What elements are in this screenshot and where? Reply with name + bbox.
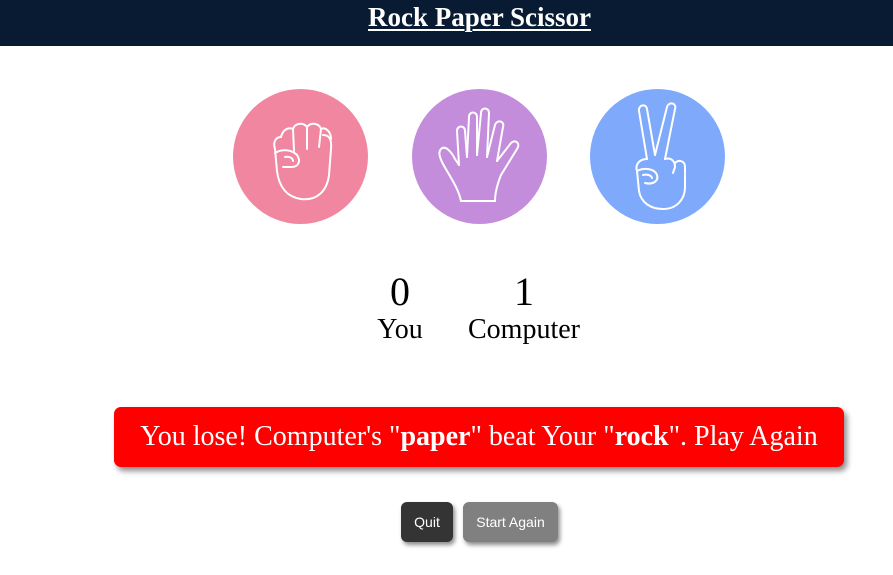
result-prefix: You lose! Computer's " bbox=[140, 421, 401, 452]
fist-icon bbox=[272, 122, 332, 200]
result-suffix: ". Play Again bbox=[668, 421, 818, 452]
you-score-value: 0 bbox=[390, 269, 410, 314]
peace-hand-icon bbox=[635, 101, 686, 210]
score-computer: 1 Computer bbox=[460, 270, 588, 346]
you-score-label: You bbox=[377, 314, 423, 345]
result-user-choice: rock bbox=[614, 421, 669, 452]
computer-score-label: Computer bbox=[468, 314, 580, 345]
score-you: 0 You bbox=[360, 270, 440, 346]
quit-button[interactable]: Quit bbox=[401, 502, 453, 542]
computer-score-value: 1 bbox=[514, 269, 534, 314]
choice-rock[interactable] bbox=[233, 89, 368, 224]
open-hand-icon bbox=[437, 107, 519, 202]
choice-scissor[interactable] bbox=[590, 89, 725, 224]
page-title: Rock Paper Scissor bbox=[368, 2, 591, 32]
choice-paper[interactable] bbox=[412, 89, 547, 224]
header-bar: Rock Paper Scissor bbox=[0, 0, 893, 46]
result-message: You lose! Computer's "paper" beat Your "… bbox=[114, 407, 844, 467]
result-middle: " beat Your " bbox=[470, 421, 615, 452]
start-again-button[interactable]: Start Again bbox=[463, 502, 558, 542]
result-computer-choice: paper bbox=[400, 421, 471, 452]
